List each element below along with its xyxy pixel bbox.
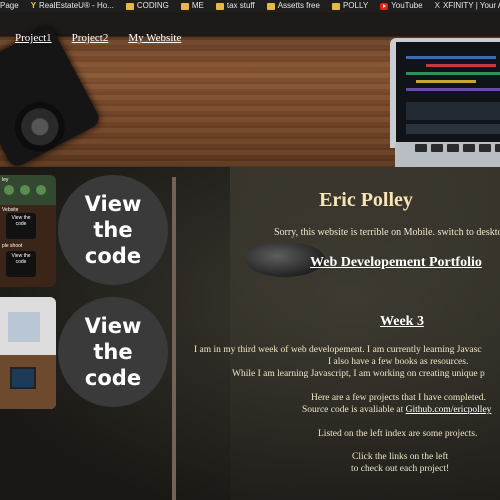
bookmark-realestateu[interactable]: Y RealEstateU® - Ho... <box>31 0 114 12</box>
github-link[interactable]: Github.com/ericpolley <box>406 405 492 415</box>
intro-line-3: While I am learning Javascript, I am wor… <box>232 369 485 379</box>
bookmark-page[interactable]: Page <box>0 0 19 12</box>
bookmark-label: Assetts free <box>277 1 320 10</box>
view-code-button-2[interactable]: View the code <box>58 297 168 407</box>
index-note: Listed on the left index are some projec… <box>318 429 478 439</box>
folder-icon <box>215 2 224 10</box>
portfolio-heading[interactable]: Web Developement Portfolio <box>310 255 482 271</box>
bookmark-label: Page <box>0 1 19 10</box>
top-nav: Project1 Project2 My Website <box>15 32 181 44</box>
bookmark-label: RealEstateU® - Ho... <box>39 1 114 10</box>
intro-line-2: I also have a few books as resources. <box>328 357 469 367</box>
nav-link-project2[interactable]: Project2 <box>72 32 109 44</box>
folder-icon <box>266 2 275 10</box>
source-code-line: Source code is avaliable at Github.com/e… <box>302 405 492 415</box>
bookmark-assetts-free[interactable]: Assetts free <box>266 0 320 12</box>
project-thumbnail-1[interactable]: ley Vebsite View the code ple shoot View… <box>0 175 56 287</box>
nav-link-my-website[interactable]: My Website <box>128 32 181 44</box>
view-code-button-1[interactable]: View the code <box>58 175 168 285</box>
bookmark-label: CODING <box>136 1 169 10</box>
click-links-line-1: Click the links on the left <box>352 452 449 462</box>
folder-icon <box>180 2 189 10</box>
bookmark-polly[interactable]: POLLY <box>331 0 369 12</box>
main-content: Eric Polley Sorry, this website is terri… <box>176 167 500 500</box>
week-heading: Week 3 <box>380 314 424 329</box>
lower-section: ley Vebsite View the code ple shoot View… <box>0 167 500 500</box>
nav-link-project1[interactable]: Project1 <box>15 32 52 44</box>
thumb-label: View the code <box>6 213 36 239</box>
project-sidebar: ley Vebsite View the code ple shoot View… <box>0 167 172 500</box>
intro-line-1: I am in my third week of web developemen… <box>194 345 482 355</box>
bookmark-label: POLLY <box>342 1 369 10</box>
keyboard-image <box>395 142 500 167</box>
folder-icon <box>125 2 134 10</box>
bookmark-tax-stuff[interactable]: tax stuff <box>215 0 255 12</box>
y-logo-icon: Y <box>30 1 37 10</box>
page-title: Eric Polley <box>319 189 413 211</box>
bookmarks-bar: Page Y RealEstateU® - Ho... CODING ME ta… <box>0 0 500 12</box>
header-banner: Project1 Project2 My Website <box>0 12 500 167</box>
bookmark-label: tax stuff <box>226 1 255 10</box>
bookmark-xfinity[interactable]: X XFINITY | Your Ac <box>435 0 500 12</box>
laptop-image <box>390 38 500 148</box>
projects-line: Here are a few projects that I have comp… <box>311 393 486 403</box>
bookmark-coding[interactable]: CODING <box>125 0 169 12</box>
thumb-label: View the code <box>6 251 36 277</box>
bookmark-label: ME <box>191 1 204 10</box>
bookmark-label: XFINITY | Your Ac <box>442 1 500 10</box>
thumb-label: ple shoot <box>2 243 23 249</box>
bookmark-me[interactable]: ME <box>180 0 204 12</box>
bookmark-youtube[interactable]: YouTube <box>380 0 423 12</box>
mobile-warning: Sorry, this website is terrible on Mobil… <box>274 227 500 238</box>
thumb-label: ley <box>2 177 9 183</box>
bookmark-label: YouTube <box>391 1 423 10</box>
click-links-line-2: to check out each project! <box>351 464 450 474</box>
youtube-icon <box>380 2 389 10</box>
project-thumbnail-2[interactable] <box>0 297 56 409</box>
x-logo-icon: X <box>434 1 440 10</box>
folder-icon <box>331 2 340 10</box>
